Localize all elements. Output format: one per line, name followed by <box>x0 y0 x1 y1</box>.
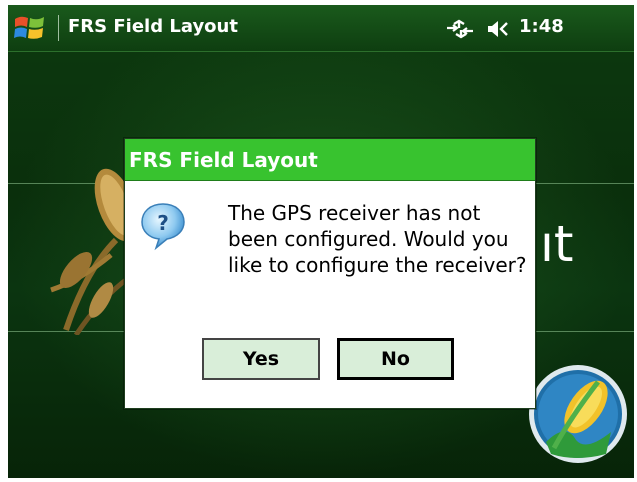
question-bubble-icon: ? <box>141 203 185 251</box>
yes-button[interactable]: Yes <box>202 338 320 380</box>
windows-start-icon[interactable] <box>12 11 48 45</box>
taskbar-title: FRS Field Layout <box>68 16 238 37</box>
svg-text:?: ? <box>157 211 169 235</box>
no-button[interactable]: No <box>337 338 454 380</box>
taskbar: FRS Field Layout 1:48 <box>8 5 634 52</box>
dialog-message: The GPS receiver has not been configured… <box>228 201 527 277</box>
volume-icon[interactable] <box>486 18 512 40</box>
taskbar-separator <box>58 15 59 41</box>
confirmation-dialog: FRS Field Layout ? The GPS receiver has … <box>124 138 536 409</box>
clock[interactable]: 1:48 <box>519 16 564 37</box>
connectivity-icon[interactable] <box>445 19 475 39</box>
corn-logo-icon[interactable] <box>526 362 630 474</box>
device-screen: FRS Field Layout 1:48 ıt FRS Field Layou… <box>8 5 634 478</box>
dialog-titlebar: FRS Field Layout <box>125 139 535 181</box>
dialog-title: FRS Field Layout <box>129 148 318 172</box>
splash-title-fragment: ıt <box>540 215 574 273</box>
